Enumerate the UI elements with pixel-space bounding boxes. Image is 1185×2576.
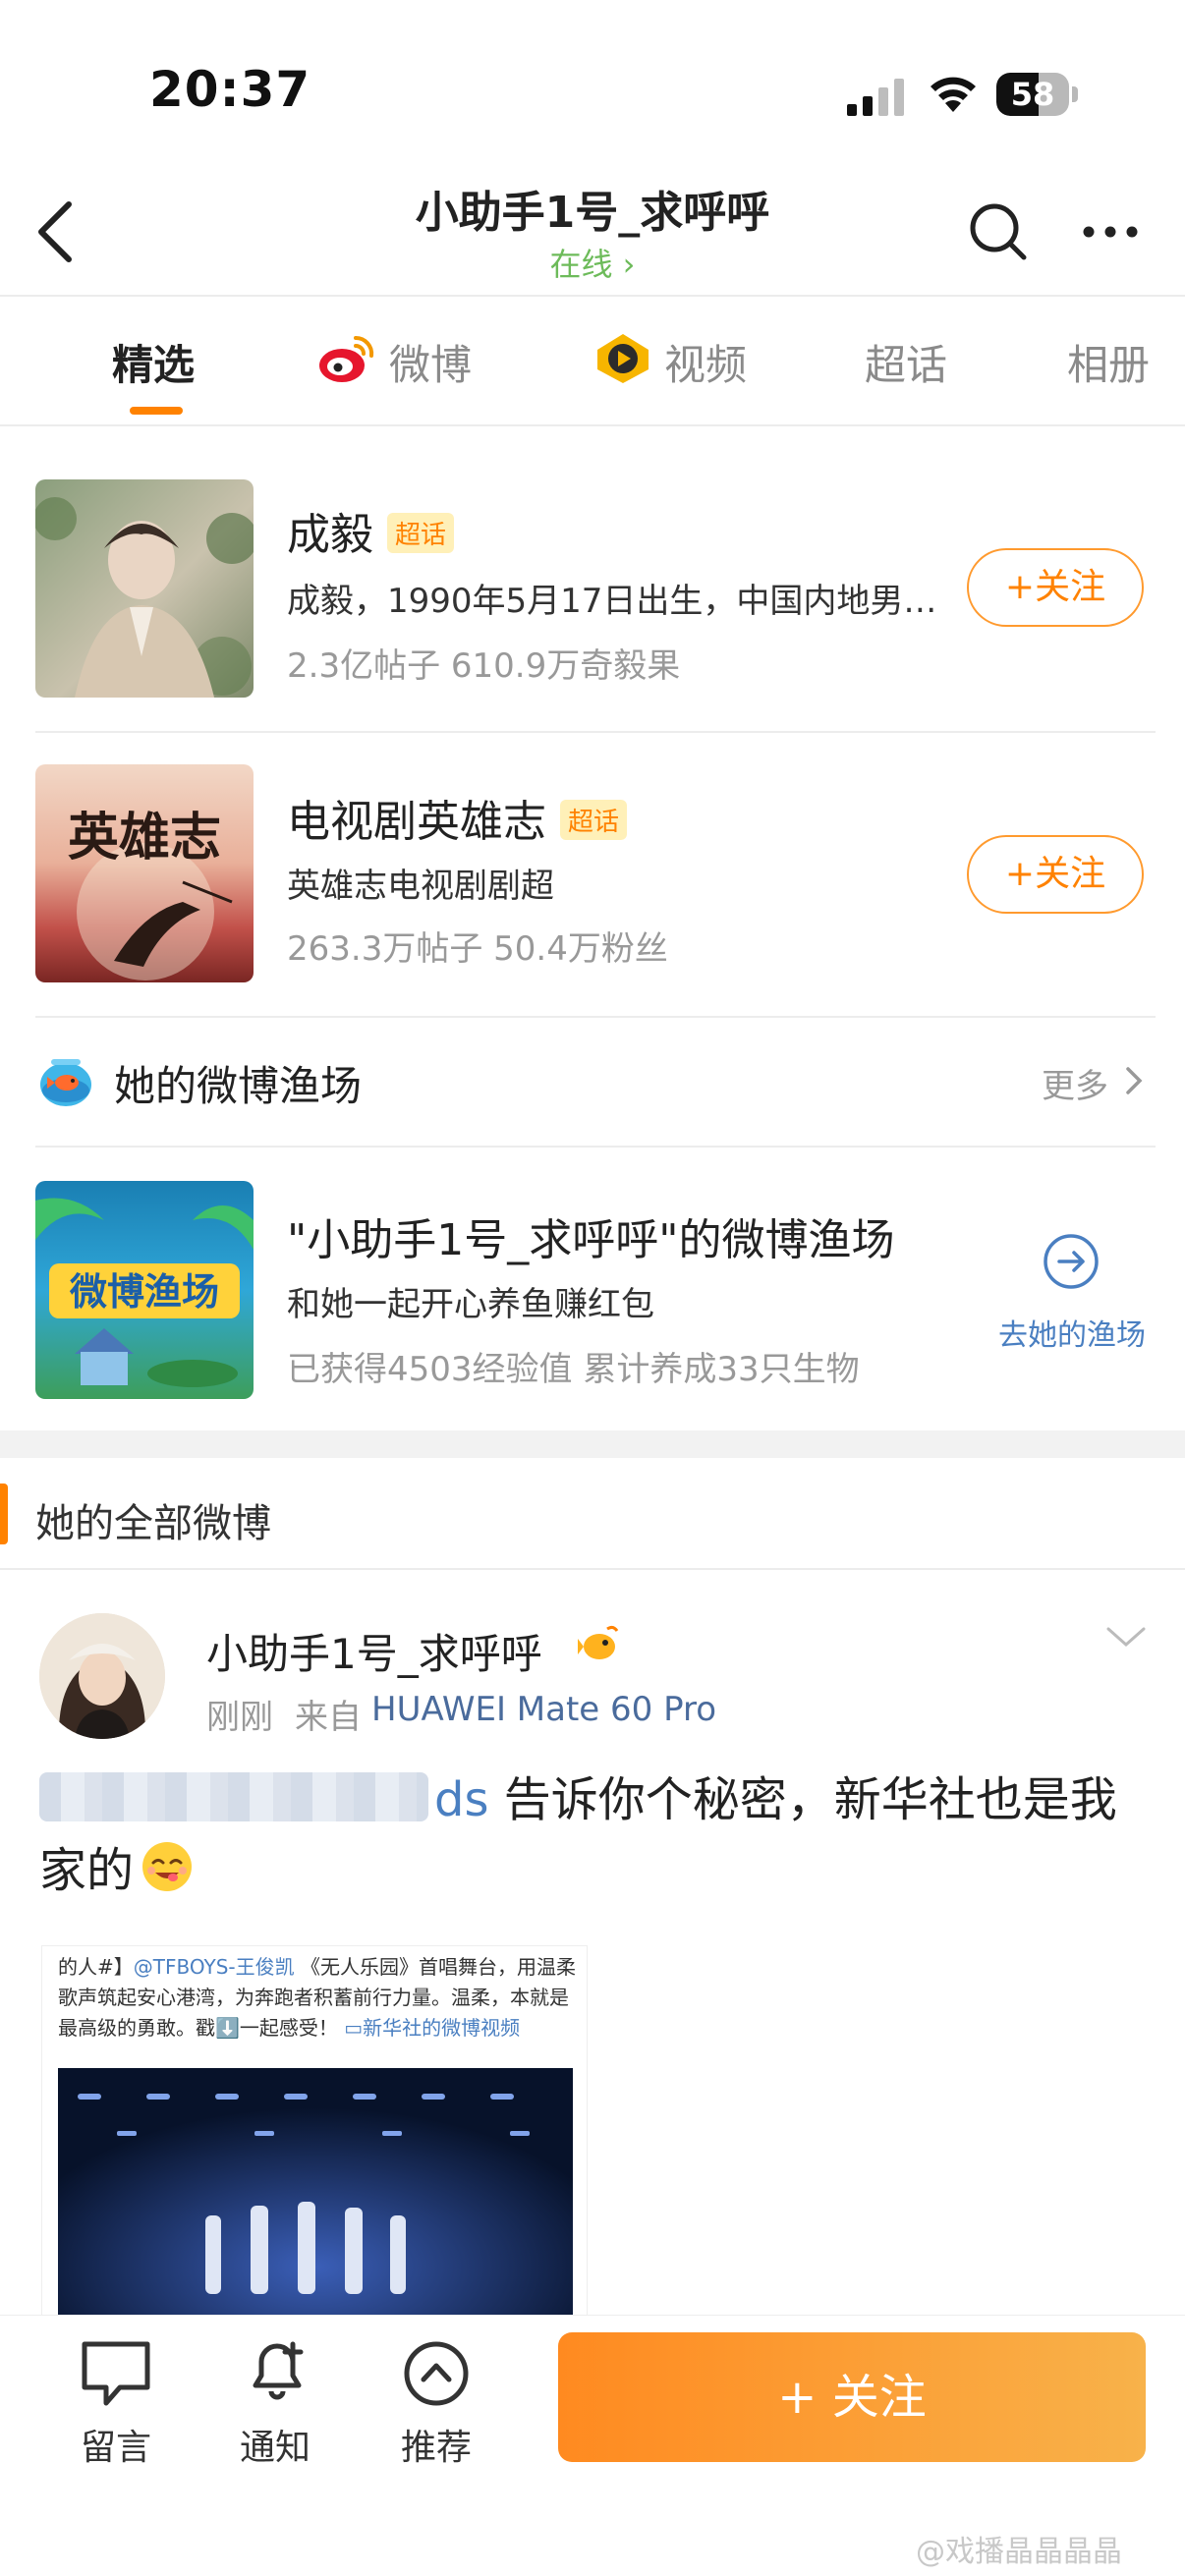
chevron-up-circle-icon[interactable] [397, 2336, 476, 2411]
embedded-text: 的人#】@TFBOYS-王俊凯 《无人乐园》首唱舞台，用温柔歌声筑起安心港湾，为… [58, 1955, 576, 2040]
post-source-device[interactable]: HUAWEI Mate 60 Pro [371, 1690, 716, 1729]
fishing-card-description: 和她一起开心养鱼赚红包 [287, 1285, 654, 1324]
blurred-mention[interactable] [39, 1772, 428, 1821]
go-to-fishing-link[interactable]: 去她的渔场 [998, 1311, 1146, 1354]
online-status[interactable]: 在线 › [393, 240, 792, 285]
arrow-circle-right-icon[interactable] [1042, 1232, 1100, 1291]
fishing-game-thumbnail[interactable]: 微博渔场 [35, 1181, 254, 1399]
message-bubble-icon[interactable] [77, 2336, 155, 2411]
chevron-down-icon[interactable] [1104, 1623, 1148, 1651]
embedded-mention-link[interactable]: @TFBOYS-王俊凯 [134, 1955, 295, 1979]
embedded-video-thumbnail[interactable] [58, 2068, 573, 2318]
wifi-icon [931, 77, 976, 112]
notify-label[interactable]: 通知 [206, 2419, 344, 2470]
active-tab-indicator [130, 407, 183, 415]
topic-description: 成毅，1990年5月17日出生，中国内地男演员 [287, 582, 939, 621]
tab-album[interactable]: 相册 [1067, 332, 1150, 392]
search-icon[interactable] [963, 196, 1034, 267]
status-time: 20:37 [149, 61, 311, 118]
fishing-card-stats: 已获得4503经验值 累计养成33只生物 [287, 1350, 860, 1389]
avatar[interactable] [39, 1613, 165, 1739]
topic-title[interactable]: 成毅 超话 [287, 499, 455, 562]
embedded-video-link[interactable]: ▭新华社的微博视频 [344, 2016, 520, 2040]
divider [0, 424, 1185, 426]
tab-weibo[interactable]: 微博 [389, 332, 472, 392]
svg-text:微博渔场: 微博渔场 [69, 1270, 219, 1314]
tab-featured[interactable]: 精选 [112, 332, 195, 392]
fishing-section-title: 她的微博渔场 [114, 1062, 363, 1110]
bell-plus-icon[interactable] [238, 2330, 316, 2405]
topic-description: 英雄志电视剧剧超 [287, 867, 554, 906]
weibo-logo-icon [319, 335, 374, 382]
profile-title: 小助手1号_求呼呼 [415, 188, 770, 238]
topic-thumbnail-chengyi[interactable] [35, 479, 254, 698]
leave-message-label[interactable]: 留言 [47, 2419, 185, 2470]
fish-badge-icon [578, 1625, 619, 1659]
battery-icon: 58 [996, 73, 1078, 116]
super-topic-badge: 超话 [387, 513, 455, 553]
divider [35, 1016, 1156, 1018]
chevron-right-icon[interactable] [1122, 1061, 1146, 1100]
divider [35, 1146, 1156, 1148]
post-timestamp: 刚刚 来自 [206, 1698, 362, 1737]
topic-stats: 263.3万帖子 50.4万粉丝 [287, 929, 668, 969]
topic-stats: 2.3亿帖子 610.9万奇毅果 [287, 646, 681, 686]
embedded-repost-card[interactable]: 的人#】@TFBOYS-王俊凯 《无人乐园》首唱舞台，用温柔歌声筑起安心港湾，为… [41, 1945, 588, 2319]
follow-topic-button[interactable]: +关注 [967, 835, 1144, 914]
mention-link[interactable]: ds [434, 1772, 488, 1827]
watermark: @戏播晶晶晶晶 [916, 2535, 1122, 2569]
svg-text:英雄志: 英雄志 [68, 808, 221, 868]
cellular-signal-icon [847, 79, 904, 116]
post-content: ds 告诉你个秘密，新华社也是我家的 [39, 1764, 1150, 1906]
post-author-name[interactable]: 小助手1号_求呼呼 [206, 1621, 542, 1681]
fishing-card-title[interactable]: "小助手1号_求呼呼"的微博渔场 [287, 1204, 945, 1267]
follow-topic-button[interactable]: +关注 [967, 548, 1144, 627]
tab-super-topic[interactable]: 超话 [865, 332, 947, 392]
all-posts-section-title: 她的全部微博 [35, 1501, 271, 1546]
battery-level: 58 [1010, 76, 1055, 113]
follow-user-button[interactable]: + 关注 [558, 2332, 1146, 2462]
fishing-more-link[interactable]: 更多 [1042, 1059, 1108, 1107]
more-options-icon[interactable] [1075, 204, 1146, 259]
recommend-label[interactable]: 推荐 [367, 2419, 505, 2470]
divider [0, 295, 1185, 297]
section-accent-bar [0, 1484, 8, 1544]
topic-title[interactable]: 电视剧英雄志 超话 [287, 786, 628, 849]
tab-video[interactable]: 视频 [664, 332, 747, 392]
topic-thumbnail-hero-chronicle[interactable]: 英雄志 [35, 764, 254, 982]
video-play-icon [597, 334, 649, 383]
divider [0, 1568, 1185, 1570]
back-arrow-icon[interactable] [26, 193, 85, 271]
fish-tank-icon [40, 1059, 91, 1106]
divider [35, 731, 1156, 733]
section-spacer [0, 1430, 1185, 1458]
super-topic-badge: 超话 [560, 800, 628, 840]
yummy-face-emoji-icon [142, 1842, 193, 1891]
